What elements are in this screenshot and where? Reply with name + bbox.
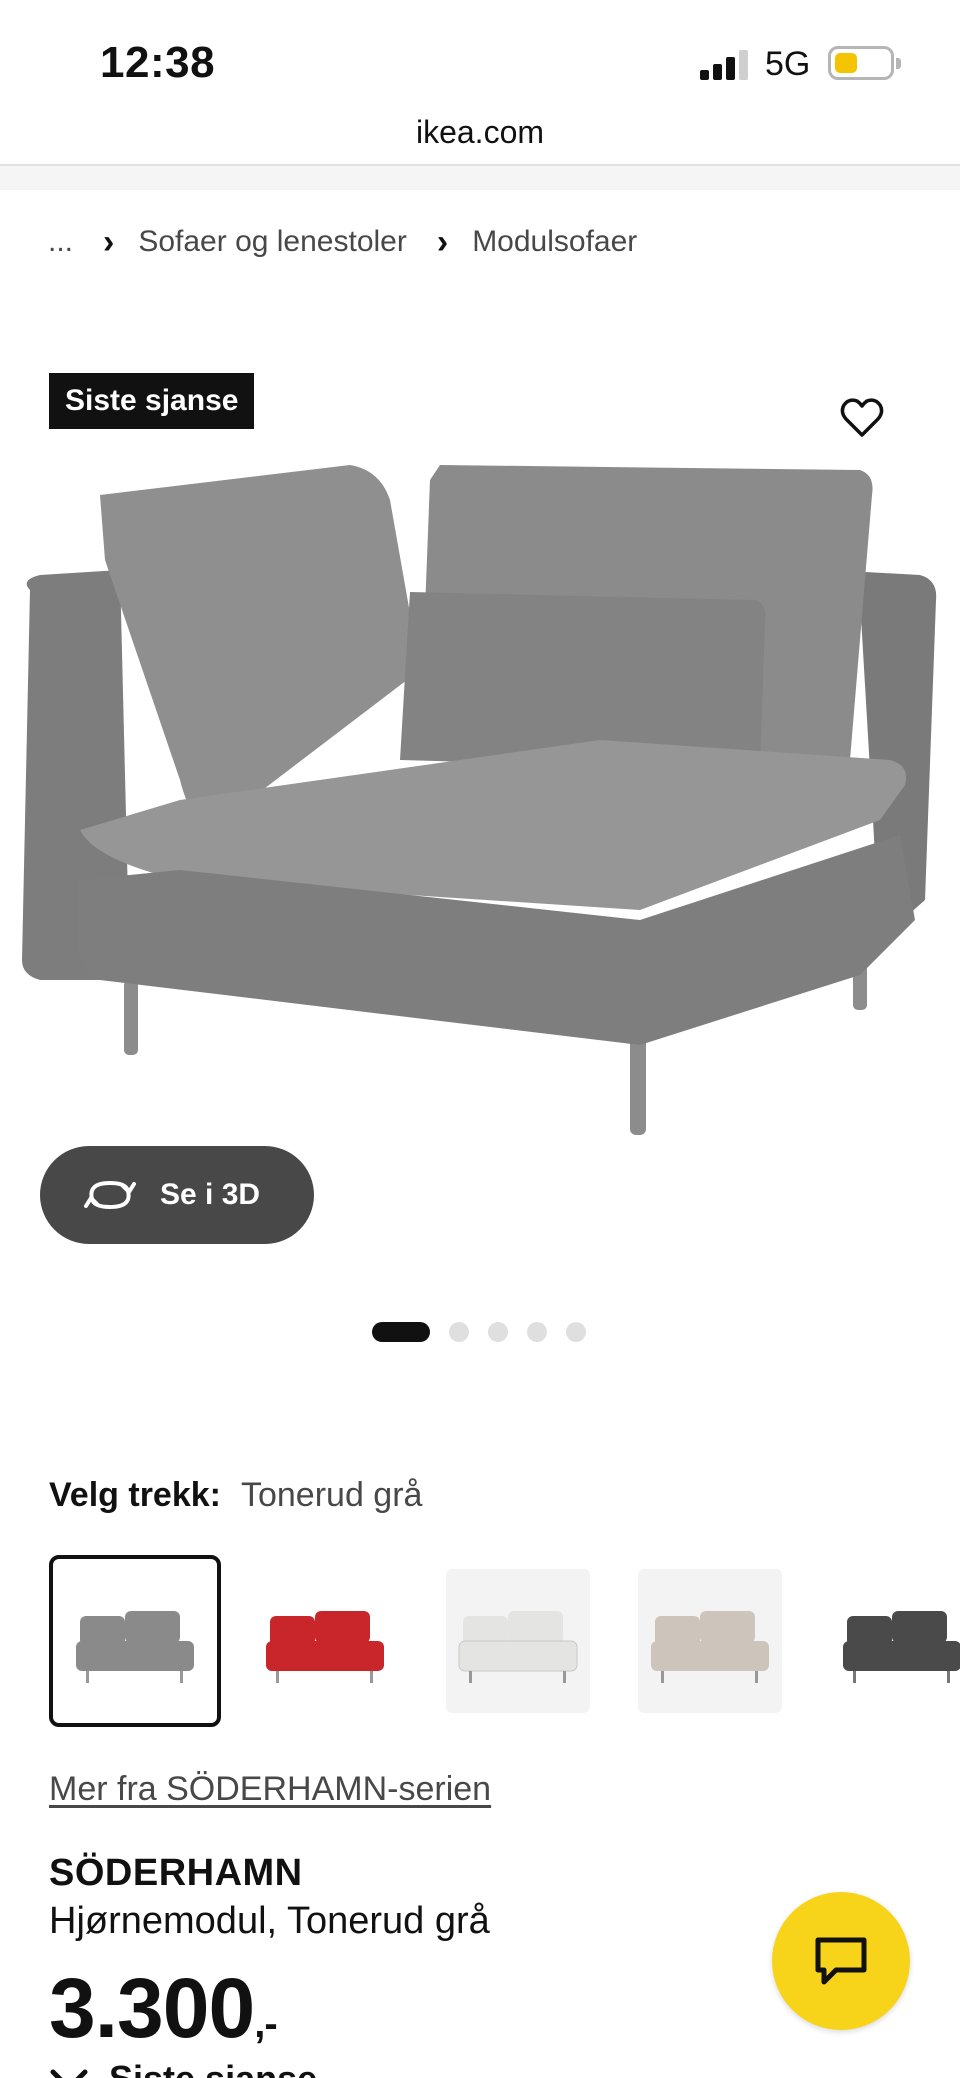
swatch-sofa-image	[76, 1611, 194, 1683]
fabric-swatch[interactable]	[432, 1555, 604, 1727]
battery-icon	[828, 46, 901, 80]
carousel-dot[interactable]	[566, 1322, 586, 1342]
carousel-dot[interactable]	[527, 1322, 547, 1342]
breadcrumb-ellipsis[interactable]: ...	[48, 225, 73, 259]
fabric-selector-label: Velg trekk: Tonerud grå	[49, 1476, 422, 1515]
url-bar[interactable]: ikea.com	[0, 110, 960, 166]
breadcrumb: ... › Sofaer og lenestoler › Modulsofaer	[48, 222, 637, 262]
fabric-swatch-list	[49, 1555, 960, 1727]
price-value: 3.300	[49, 1961, 255, 2055]
carousel-dot[interactable]	[488, 1322, 508, 1342]
swatch-sofa-image	[651, 1611, 769, 1683]
network-label: 5G	[765, 45, 811, 83]
swatch-sofa-image	[458, 1611, 578, 1683]
swatch-sofa-image	[843, 1611, 960, 1683]
heart-icon[interactable]	[838, 394, 886, 442]
header-divider	[0, 166, 960, 190]
status-time: 12:38	[100, 38, 216, 87]
fabric-swatch[interactable]	[816, 1555, 960, 1727]
arrow-down-icon	[50, 2069, 88, 2078]
rotate-3d-icon	[84, 1180, 136, 1210]
product-name: SÖDERHAMN	[49, 1852, 303, 1894]
breadcrumb-item-modular-sofas[interactable]: Modulsofaer	[472, 225, 637, 259]
carousel-dot-active[interactable]	[372, 1322, 430, 1342]
product-description: Hjørnemodul, Tonerud grå	[49, 1900, 490, 1942]
fabric-swatch[interactable]	[49, 1555, 221, 1727]
chevron-right-icon: ›	[436, 222, 449, 261]
availability-row: Siste sjanse	[49, 2058, 317, 2078]
breadcrumb-item-sofas[interactable]: Sofaer og lenestoler	[138, 225, 407, 259]
status-bar: 12:38 5G	[0, 0, 960, 110]
url-text: ikea.com	[415, 114, 545, 150]
view-in-3d-label: Se i 3D	[160, 1178, 261, 1211]
carousel-indicator	[372, 1322, 605, 1342]
signal-icon	[700, 48, 750, 80]
series-link[interactable]: Mer fra SÖDERHAMN-serien	[49, 1770, 491, 1809]
carousel-dot[interactable]	[449, 1322, 469, 1342]
fabric-swatch[interactable]	[624, 1555, 796, 1727]
fabric-label: Velg trekk:	[49, 1476, 221, 1514]
fabric-swatch[interactable]	[239, 1555, 411, 1727]
fabric-selected-value: Tonerud grå	[240, 1476, 423, 1514]
product-price: 3.300,-	[49, 1960, 278, 2057]
chat-icon	[815, 1937, 867, 1985]
chat-button[interactable]	[772, 1892, 910, 2030]
view-in-3d-button[interactable]: Se i 3D	[40, 1146, 314, 1244]
price-suffix: ,-	[254, 2002, 277, 2046]
availability-label: Siste sjanse	[109, 2058, 317, 2078]
last-chance-badge: Siste sjanse	[49, 373, 255, 429]
chevron-right-icon: ›	[103, 222, 115, 261]
product-image[interactable]	[0, 440, 960, 1160]
swatch-sofa-image	[266, 1611, 384, 1683]
